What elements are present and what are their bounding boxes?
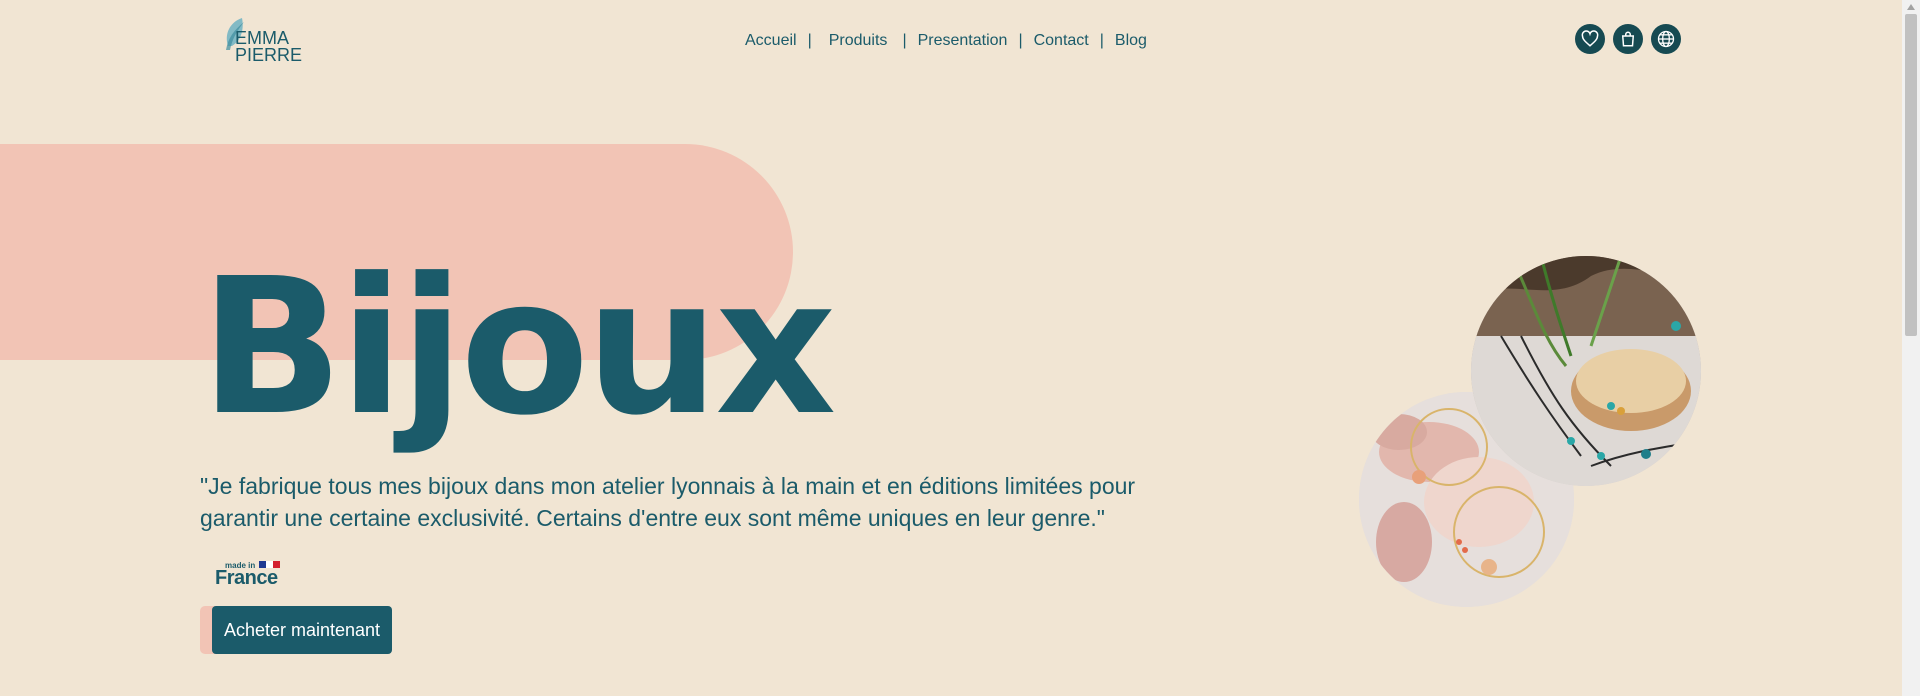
globe-icon: [1657, 30, 1675, 48]
bracelets-photo: [1471, 256, 1701, 486]
nav-produits[interactable]: Produits: [829, 32, 888, 50]
main-nav: Accueil | Produits | Presentation | Cont…: [745, 30, 1147, 52]
header-icons: [1575, 24, 1681, 54]
heart-icon: [1581, 30, 1599, 47]
nav-separator: |: [807, 32, 812, 49]
logo-line2: PIERRE: [235, 45, 303, 65]
logo[interactable]: EMMA PIERRE: [218, 14, 302, 66]
hero-title: Bijoux: [200, 238, 836, 457]
bracelets-image: [1471, 256, 1701, 486]
made-in-france-badge: made in France: [213, 559, 283, 589]
nav-separator: |: [1099, 32, 1104, 49]
scrollbar[interactable]: [1902, 0, 1920, 696]
nav-accueil[interactable]: Accueil: [745, 32, 797, 50]
nav-separator: |: [902, 32, 907, 49]
hero-quote: "Je fabrique tous mes bijoux dans mon at…: [200, 473, 1136, 531]
language-button[interactable]: [1651, 24, 1681, 54]
nav-separator: |: [1018, 32, 1023, 49]
scrollbar-thumb[interactable]: [1905, 14, 1917, 336]
scroll-up-arrow-icon[interactable]: [1907, 4, 1915, 10]
page: EMMA PIERRE Accueil | Produits | Present…: [0, 0, 1902, 696]
buy-now-button[interactable]: Acheter maintenant: [212, 606, 392, 654]
nav-blog[interactable]: Blog: [1115, 32, 1147, 50]
nav-contact[interactable]: Contact: [1034, 32, 1089, 50]
shopping-bag-icon: [1621, 31, 1635, 47]
cart-button[interactable]: [1613, 24, 1643, 54]
wishlist-button[interactable]: [1575, 24, 1605, 54]
nav-presentation[interactable]: Presentation: [918, 32, 1008, 50]
badge-big-text: France: [215, 567, 278, 589]
